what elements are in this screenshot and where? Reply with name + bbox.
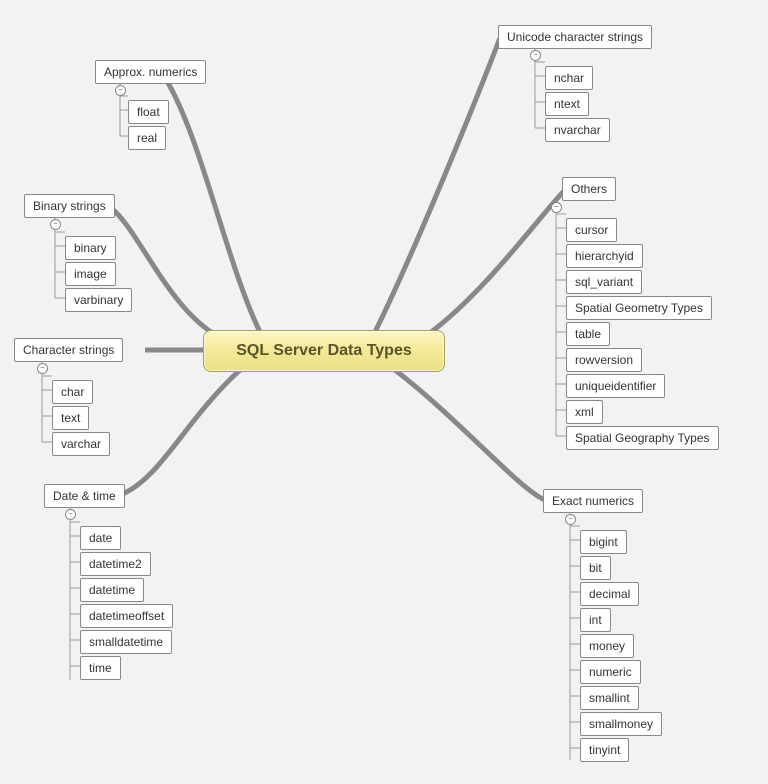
leaf-label: Spatial Geometry Types [575, 301, 703, 315]
collapse-icon[interactable]: − [115, 85, 126, 96]
leaf-smallint[interactable]: smallint [580, 686, 639, 710]
branch-label: Approx. numerics [104, 65, 197, 79]
leaf-label: bit [589, 561, 602, 575]
branch-label: Exact numerics [552, 494, 634, 508]
leaf-rowversion[interactable]: rowversion [566, 348, 642, 372]
leaf-label: ntext [554, 97, 580, 111]
leaf-label: hierarchyid [575, 249, 634, 263]
branch-exact-numerics[interactable]: Exact numerics [543, 489, 643, 513]
branch-label: Binary strings [33, 199, 106, 213]
leaf-label: decimal [589, 587, 630, 601]
leaf-label: text [61, 411, 80, 425]
leaf-label: datetime [89, 583, 135, 597]
leaf-uniqueidentifier[interactable]: uniqueidentifier [566, 374, 665, 398]
leaf-date[interactable]: date [80, 526, 121, 550]
leaf-money[interactable]: money [580, 634, 634, 658]
branch-unicode-strings[interactable]: Unicode character strings [498, 25, 652, 49]
branch-label: Character strings [23, 343, 114, 357]
leaf-label: money [589, 639, 625, 653]
leaf-float[interactable]: float [128, 100, 169, 124]
leaf-int[interactable]: int [580, 608, 611, 632]
leaf-label: Spatial Geography Types [575, 431, 710, 445]
leaf-label: varbinary [74, 293, 123, 307]
leaf-decimal[interactable]: decimal [580, 582, 639, 606]
leaf-label: int [589, 613, 602, 627]
collapse-icon[interactable]: − [50, 219, 61, 230]
leaf-text[interactable]: text [52, 406, 89, 430]
leaf-datetime2[interactable]: datetime2 [80, 552, 151, 576]
leaf-nvarchar[interactable]: nvarchar [545, 118, 610, 142]
leaf-label: datetimeoffset [89, 609, 164, 623]
center-title: SQL Server Data Types [236, 342, 412, 360]
leaf-label: bigint [589, 535, 618, 549]
leaf-cursor[interactable]: cursor [566, 218, 617, 242]
leaf-label: numeric [589, 665, 632, 679]
leaf-label: nchar [554, 71, 584, 85]
leaf-label: float [137, 105, 160, 119]
leaf-label: time [89, 661, 112, 675]
leaf-varbinary[interactable]: varbinary [65, 288, 132, 312]
leaf-label: smalldatetime [89, 635, 163, 649]
collapse-icon[interactable]: − [530, 50, 541, 61]
branch-approx-numerics[interactable]: Approx. numerics [95, 60, 206, 84]
leaf-xml[interactable]: xml [566, 400, 603, 424]
branch-label: Date & time [53, 489, 116, 503]
leaf-image[interactable]: image [65, 262, 116, 286]
leaf-label: binary [74, 241, 107, 255]
leaf-binary[interactable]: binary [65, 236, 116, 260]
leaf-label: image [74, 267, 107, 281]
leaf-table[interactable]: table [566, 322, 610, 346]
center-node[interactable]: SQL Server Data Types [203, 330, 445, 372]
leaf-label: sql_variant [575, 275, 633, 289]
leaf-label: table [575, 327, 601, 341]
leaf-label: uniqueidentifier [575, 379, 656, 393]
leaf-label: tinyint [589, 743, 620, 757]
branch-binary-strings[interactable]: Binary strings [24, 194, 115, 218]
leaf-ntext[interactable]: ntext [545, 92, 589, 116]
leaf-spatial-geometry[interactable]: Spatial Geometry Types [566, 296, 712, 320]
collapse-icon[interactable]: − [65, 509, 76, 520]
leaf-label: char [61, 385, 84, 399]
leaf-label: smallmoney [589, 717, 653, 731]
leaf-spatial-geography[interactable]: Spatial Geography Types [566, 426, 719, 450]
leaf-label: xml [575, 405, 594, 419]
leaf-char[interactable]: char [52, 380, 93, 404]
branch-label: Unicode character strings [507, 30, 643, 44]
collapse-icon[interactable]: − [37, 363, 48, 374]
leaf-hierarchyid[interactable]: hierarchyid [566, 244, 643, 268]
leaf-nchar[interactable]: nchar [545, 66, 593, 90]
collapse-icon[interactable]: − [565, 514, 576, 525]
collapse-icon[interactable]: − [551, 202, 562, 213]
leaf-bit[interactable]: bit [580, 556, 611, 580]
leaf-label: cursor [575, 223, 608, 237]
leaf-label: rowversion [575, 353, 633, 367]
leaf-numeric[interactable]: numeric [580, 660, 641, 684]
branch-label: Others [571, 182, 607, 196]
leaf-label: date [89, 531, 112, 545]
leaf-varchar[interactable]: varchar [52, 432, 110, 456]
leaf-time[interactable]: time [80, 656, 121, 680]
leaf-tinyint[interactable]: tinyint [580, 738, 629, 762]
leaf-smalldatetime[interactable]: smalldatetime [80, 630, 172, 654]
branch-others[interactable]: Others [562, 177, 616, 201]
leaf-bigint[interactable]: bigint [580, 530, 627, 554]
leaf-real[interactable]: real [128, 126, 166, 150]
leaf-datetime[interactable]: datetime [80, 578, 144, 602]
branch-date-time[interactable]: Date & time [44, 484, 125, 508]
leaf-label: smallint [589, 691, 630, 705]
leaf-sql-variant[interactable]: sql_variant [566, 270, 642, 294]
leaf-smallmoney[interactable]: smallmoney [580, 712, 662, 736]
leaf-datetimeoffset[interactable]: datetimeoffset [80, 604, 173, 628]
leaf-label: datetime2 [89, 557, 142, 571]
branch-character-strings[interactable]: Character strings [14, 338, 123, 362]
leaf-label: varchar [61, 437, 101, 451]
leaf-label: nvarchar [554, 123, 601, 137]
leaf-label: real [137, 131, 157, 145]
